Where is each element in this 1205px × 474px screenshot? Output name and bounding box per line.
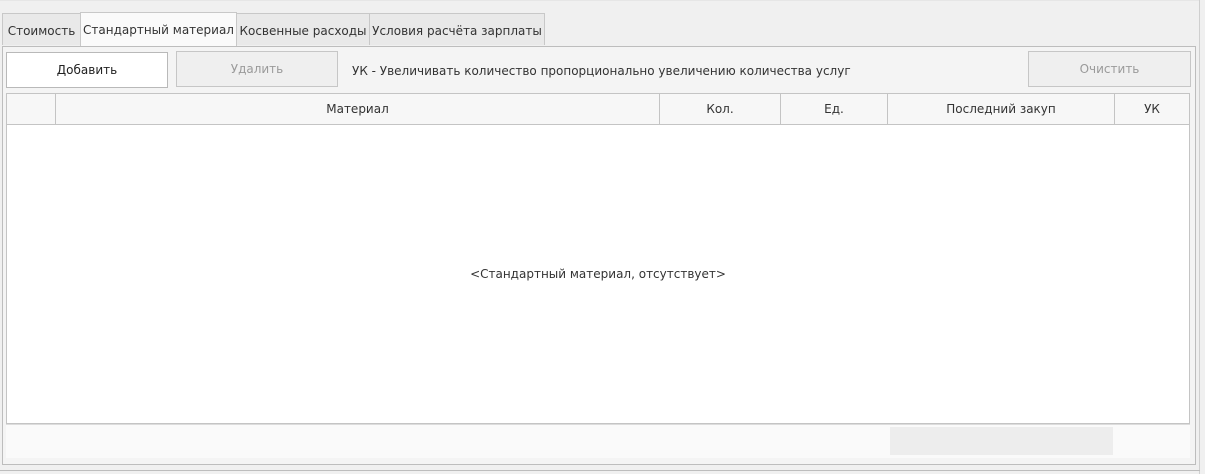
grid-footer [6,424,1190,458]
tab-cost[interactable]: Стоимость [2,13,81,45]
add-button[interactable]: Добавить [6,52,168,88]
column-header-uk[interactable]: УК [1115,94,1189,124]
window-right-border [1199,0,1200,474]
tab-indirect-costs[interactable]: Косвенные расходы [236,13,370,45]
column-header-unit[interactable]: Ед. [781,94,888,124]
footer-summary-field [890,427,1113,455]
materials-grid[interactable]: Материал Кол. Ед. Последний закуп УК <Ст… [6,93,1190,424]
grid-header: Материал Кол. Ед. Последний закуп УК [7,94,1189,125]
clear-button[interactable]: Очистить [1028,51,1191,87]
top-border [0,0,1200,1]
tab-salary-conditions[interactable]: Условия расчёта зарплаты [369,13,545,45]
column-header-indicator[interactable] [7,94,56,124]
window-bottom-border [0,470,1200,471]
delete-button[interactable]: Удалить [176,51,338,87]
empty-grid-message: <Стандартный материал, отсутствует> [470,267,726,281]
uk-hint-text: УК - Увеличивать количество пропорционал… [352,64,851,78]
column-header-last-purchase[interactable]: Последний закуп [888,94,1115,124]
column-header-quantity[interactable]: Кол. [660,94,781,124]
tab-standard-material[interactable]: Стандартный материал [80,12,237,46]
column-header-material[interactable]: Материал [56,94,660,124]
